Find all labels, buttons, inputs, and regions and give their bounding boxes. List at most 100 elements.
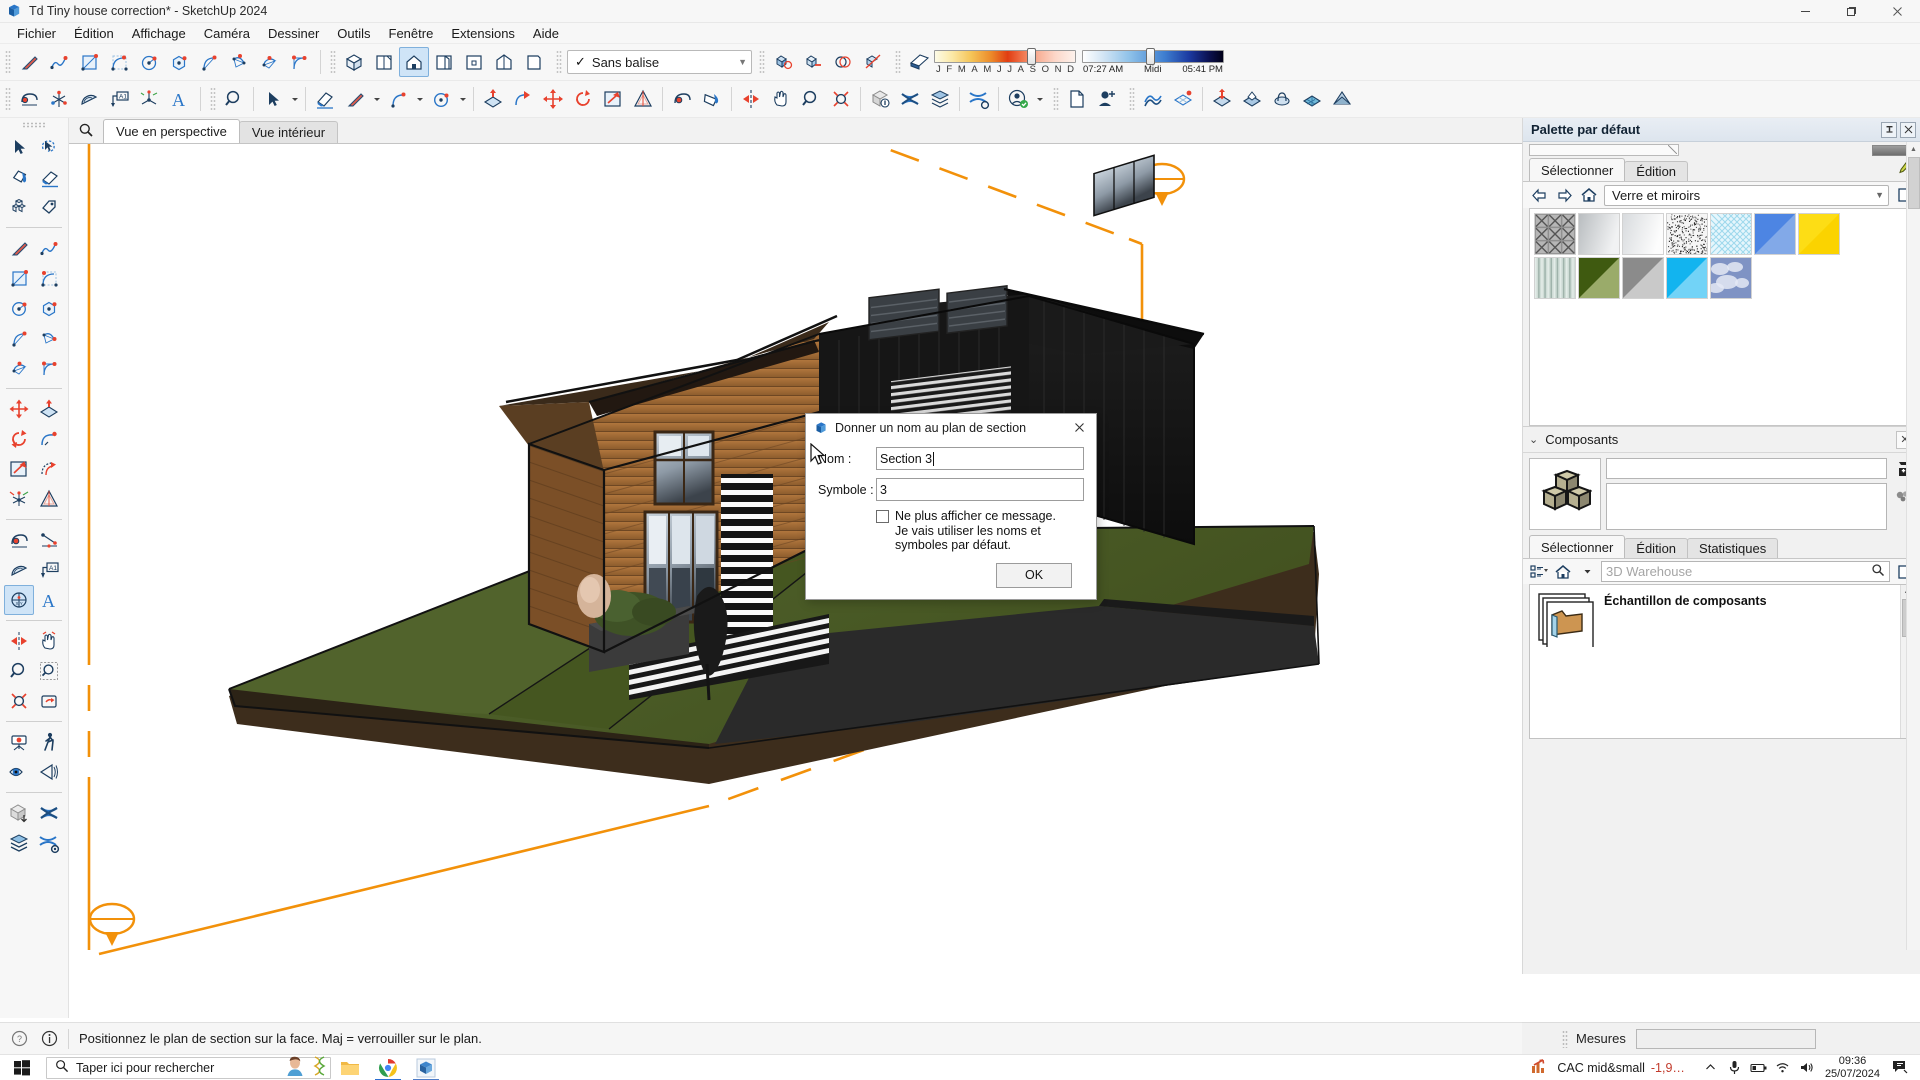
file-explorer-icon[interactable] <box>331 1055 369 1080</box>
arc-pie-icon[interactable] <box>34 353 64 383</box>
chrome-icon[interactable] <box>369 1055 407 1080</box>
protractor-icon[interactable] <box>74 84 104 114</box>
offset-icon[interactable] <box>628 84 658 114</box>
stock-widget[interactable]: CAC mid&small -1,9… <box>1531 1058 1685 1077</box>
account-dropdown-icon[interactable] <box>1033 84 1046 114</box>
pencil-icon[interactable] <box>14 47 44 77</box>
menu-affichage[interactable]: Affichage <box>123 24 195 43</box>
back-view-icon[interactable] <box>459 47 489 77</box>
tape-measure-icon[interactable] <box>667 84 697 114</box>
battery-icon[interactable] <box>1747 1055 1771 1080</box>
zoom-icon[interactable] <box>796 84 826 114</box>
add-person-icon[interactable] <box>1092 84 1122 114</box>
components-icon[interactable] <box>4 192 34 222</box>
list-item[interactable]: Échantillon de composants <box>1530 585 1913 656</box>
account-icon[interactable] <box>1003 84 1033 114</box>
sandbox-from-contours-icon[interactable] <box>1138 84 1168 114</box>
layers-icon[interactable] <box>4 828 34 858</box>
sandbox-smoove-icon[interactable] <box>895 84 925 114</box>
front-view-icon[interactable] <box>399 47 429 77</box>
rotate-icon[interactable] <box>568 84 598 114</box>
material-collection-select[interactable]: Verre et miroirs ▼ <box>1604 185 1889 206</box>
select-arrow-icon[interactable] <box>258 84 288 114</box>
dialog-checkbox-row[interactable]: Ne plus afficher ce message. Je vais uti… <box>876 509 1084 553</box>
close-button[interactable] <box>1874 0 1920 23</box>
follow-me-icon[interactable] <box>508 84 538 114</box>
home-icon[interactable] <box>1579 186 1599 204</box>
magnifier-icon[interactable] <box>69 117 103 143</box>
tray-scrollbar[interactable]: ▲ <box>1906 142 1920 950</box>
push-pull-icon[interactable] <box>478 84 508 114</box>
mirror-icon[interactable] <box>4 626 34 656</box>
layers-icon[interactable] <box>925 84 955 114</box>
arc-icon[interactable] <box>383 84 413 114</box>
pie-icon[interactable] <box>254 47 284 77</box>
component-search-input[interactable]: 3D Warehouse <box>1601 561 1890 582</box>
tab-components-statistiques[interactable]: Statistiques <box>1687 538 1778 558</box>
move-icon[interactable] <box>4 394 34 424</box>
protractor-icon[interactable] <box>4 555 34 585</box>
toolbar-grip[interactable] <box>1053 87 1059 111</box>
month-slider-track[interactable] <box>934 50 1076 63</box>
select-arrow-icon[interactable] <box>4 132 34 162</box>
stamp-icon[interactable] <box>1237 84 1267 114</box>
section-plane-icon[interactable] <box>4 798 34 828</box>
toolbar-grip[interactable] <box>1562 1030 1568 1048</box>
rectangle-icon[interactable] <box>4 263 34 293</box>
tape-measure-icon[interactable] <box>4 525 34 555</box>
offset-icon[interactable] <box>34 454 64 484</box>
smoove-icon[interactable] <box>1267 84 1297 114</box>
solid-subtract-icon[interactable] <box>798 47 828 77</box>
look-around-icon[interactable] <box>4 757 34 787</box>
axes-icon[interactable] <box>44 84 74 114</box>
toolbar-grip[interactable] <box>5 87 11 111</box>
arc-3point-icon[interactable] <box>34 323 64 353</box>
rotated-rectangle-icon[interactable] <box>104 47 134 77</box>
eraser-icon[interactable] <box>310 84 340 114</box>
material-swatch-glass-sky[interactable] <box>1710 257 1752 299</box>
scene-tab-interior[interactable]: Vue intérieur <box>239 121 338 143</box>
material-swatch-glass-yellow[interactable] <box>1798 213 1840 255</box>
paint-bucket-icon[interactable] <box>697 84 727 114</box>
solid-intersect-icon[interactable] <box>828 47 858 77</box>
tray-expand-chevron-icon[interactable] <box>1699 1055 1723 1080</box>
pencil-icon[interactable] <box>340 84 370 114</box>
scale-icon[interactable] <box>598 84 628 114</box>
axes-origin-icon[interactable] <box>134 84 164 114</box>
arc-2point-icon[interactable] <box>194 47 224 77</box>
menu-edition[interactable]: Édition <box>65 24 123 43</box>
ok-button[interactable]: OK <box>996 563 1072 588</box>
bottom-view-icon[interactable] <box>519 47 549 77</box>
position-camera-icon[interactable] <box>4 727 34 757</box>
component-results-list[interactable]: Échantillon de composants ▲ <box>1529 584 1914 739</box>
axes-origin-icon[interactable]: X.Y <box>4 585 34 615</box>
menu-camera[interactable]: Caméra <box>195 24 259 43</box>
model-viewport[interactable] <box>69 144 1522 974</box>
material-swatch-mesh-tile[interactable] <box>1534 213 1576 255</box>
tag-selector[interactable]: ✓ Sans balise ▼ <box>567 50 752 74</box>
question-circle-icon[interactable]: ? <box>8 1028 30 1050</box>
list-view-icon[interactable] <box>1529 563 1549 581</box>
tab-components-edition[interactable]: Édition <box>1624 538 1688 558</box>
scrollbar-thumb[interactable] <box>1908 157 1920 209</box>
toolbar-grip[interactable] <box>759 50 765 74</box>
arrow-right-icon[interactable] <box>1554 186 1574 204</box>
circle-icon[interactable] <box>4 293 34 323</box>
text-3d-icon[interactable]: A <box>34 585 64 615</box>
pencil-dropdown-icon[interactable] <box>370 84 383 114</box>
left-view-icon[interactable] <box>489 47 519 77</box>
pin-icon[interactable] <box>1881 122 1897 138</box>
drape-icon[interactable] <box>1207 84 1237 114</box>
sandbox-settings-icon[interactable] <box>964 84 994 114</box>
zoom-icon[interactable] <box>219 84 249 114</box>
solid-union-icon[interactable] <box>768 47 798 77</box>
previous-view-icon[interactable] <box>34 686 64 716</box>
right-view-icon[interactable] <box>429 47 459 77</box>
component-description-input[interactable] <box>1606 483 1887 530</box>
flip-edge-icon[interactable] <box>1327 84 1357 114</box>
toolbar-grip[interactable] <box>210 87 216 111</box>
new-document-icon[interactable] <box>1062 84 1092 114</box>
circle-icon[interactable] <box>426 84 456 114</box>
shadow-toggle-icon[interactable] <box>904 47 934 77</box>
microphone-icon[interactable] <box>1723 1055 1747 1080</box>
